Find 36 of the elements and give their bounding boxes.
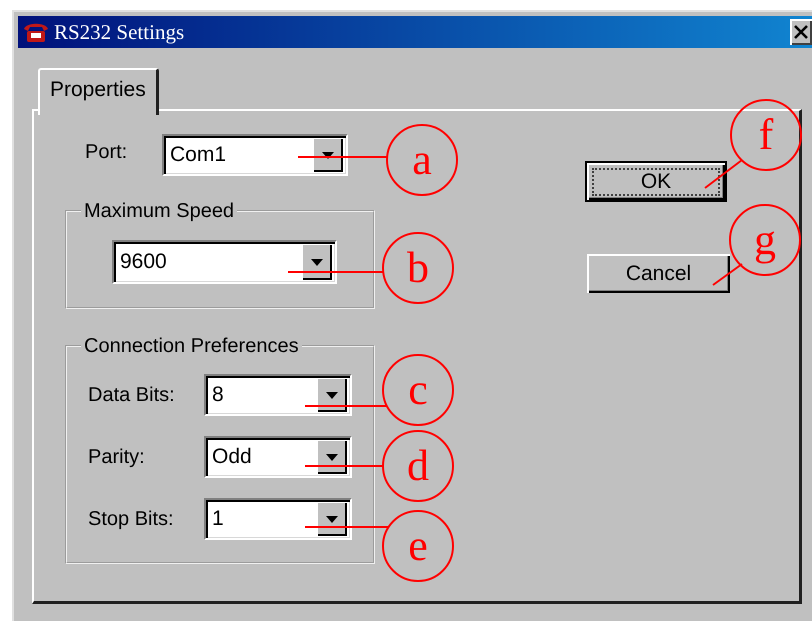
- dropdown-arrow-button[interactable]: [302, 244, 332, 280]
- leader-line: [704, 159, 743, 189]
- cancel-button[interactable]: Cancel: [587, 254, 730, 293]
- dropdown-arrow-button[interactable]: [313, 138, 343, 172]
- dropdown-field[interactable]: 8: [204, 374, 352, 416]
- ok-button[interactable]: OK: [587, 163, 725, 200]
- dropdown-arrow-icon: [326, 516, 338, 522]
- field-label: Parity:: [88, 446, 146, 468]
- field-label: Data Bits:: [88, 384, 176, 406]
- leader-line: [712, 263, 743, 286]
- close-icon: [793, 25, 809, 39]
- callout-bubble: a: [386, 124, 458, 196]
- callout-bubble: c: [382, 354, 454, 426]
- dropdown-field[interactable]: 9600: [112, 240, 337, 284]
- dropdown-arrow-button[interactable]: [317, 440, 347, 474]
- callout-bubble: e: [382, 510, 454, 582]
- dropdown-arrow-button[interactable]: [317, 502, 347, 536]
- dropdown-arrow-button[interactable]: [317, 378, 347, 412]
- dropdown-arrow-icon: [326, 392, 338, 398]
- dropdown-arrow-icon: [326, 454, 338, 460]
- dropdown-field[interactable]: Odd: [204, 436, 352, 478]
- group-title: Connection Preferences: [83, 334, 300, 358]
- field-label: Port:: [85, 140, 128, 164]
- dropdown-field[interactable]: 1: [204, 498, 352, 540]
- callout-bubble: d: [382, 430, 454, 502]
- close-button[interactable]: [790, 19, 812, 45]
- dropdown-arrow-icon: [311, 258, 323, 266]
- dropdown-arrow-icon: [322, 152, 334, 158]
- group-title: Maximum Speed: [83, 199, 236, 223]
- callout-bubble: f: [730, 99, 802, 171]
- dropdown-field[interactable]: Com1: [162, 134, 348, 176]
- tab[interactable]: Properties: [38, 68, 159, 115]
- field-label: Stop Bits:: [88, 508, 175, 530]
- callout-bubble: g: [729, 204, 801, 276]
- window-title: RS232 Settings: [54, 20, 184, 44]
- callout-bubble: b: [382, 232, 454, 304]
